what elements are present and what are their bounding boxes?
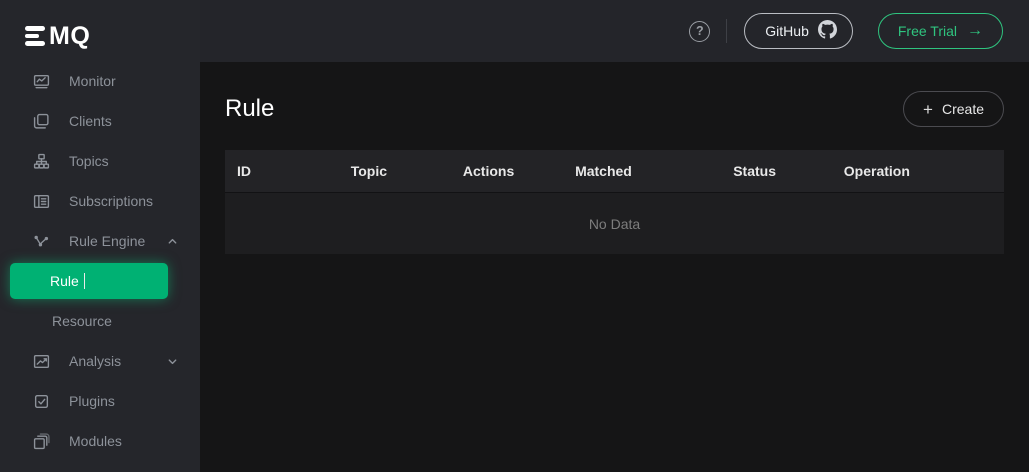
sidebar-item-clients[interactable]: Clients	[0, 101, 200, 141]
title-row: Rule + Create	[225, 91, 1004, 127]
plus-icon: +	[923, 101, 933, 118]
sidebar-item-label: Topics	[69, 153, 109, 169]
topics-icon	[33, 153, 50, 170]
sidebar-subitem-label: Resource	[52, 313, 112, 329]
monitor-icon	[33, 73, 50, 90]
table-header-row: ID Topic Actions Matched Status Operatio…	[225, 150, 1004, 192]
sidebar-item-subscriptions[interactable]: Subscriptions	[0, 181, 200, 221]
sidebar-item-label: Modules	[69, 433, 122, 449]
sidebar-item-modules[interactable]: Modules	[0, 421, 200, 461]
create-button-label: Create	[942, 101, 984, 117]
sidebar-item-label: Subscriptions	[69, 193, 153, 209]
sidebar-item-label: Rule Engine	[69, 233, 145, 249]
arrow-right-icon: →	[967, 23, 983, 39]
github-button-label: GitHub	[765, 23, 809, 39]
page-content: Rule + Create ID Topic Actions Matched S…	[200, 62, 1029, 472]
column-header-actions: Actions	[451, 163, 563, 179]
chevron-up-icon	[167, 236, 178, 247]
subscriptions-icon	[33, 193, 50, 210]
question-circle-icon: ?	[696, 24, 704, 38]
sidebar-item-topics[interactable]: Topics	[0, 141, 200, 181]
table-empty-row: No Data	[225, 192, 1004, 254]
sidebar-item-label: Analysis	[69, 353, 121, 369]
free-trial-label: Free Trial	[898, 23, 957, 39]
sidebar: MQ Monitor Clients Topics	[0, 0, 200, 472]
sidebar-item-monitor[interactable]: Monitor	[0, 61, 200, 101]
github-button[interactable]: GitHub	[744, 13, 853, 49]
page-title: Rule	[225, 95, 274, 123]
column-header-id: ID	[225, 163, 339, 179]
help-button[interactable]: ?	[689, 21, 710, 42]
analysis-icon	[33, 353, 50, 370]
text-cursor	[84, 273, 86, 289]
sidebar-item-label: Clients	[69, 113, 112, 129]
sidebar-item-resource[interactable]: Resource	[0, 301, 200, 341]
column-header-matched: Matched	[563, 163, 721, 179]
sidebar-item-label: Plugins	[69, 393, 115, 409]
sidebar-item-analysis[interactable]: Analysis	[0, 341, 200, 381]
sidebar-subitem-label: Rule	[50, 273, 79, 289]
emq-logo-text: MQ	[49, 22, 90, 51]
github-icon	[818, 20, 837, 42]
sidebar-item-rule-engine[interactable]: Rule Engine	[0, 221, 200, 261]
main-area: ? GitHub Free Trial → Rule + Create	[200, 0, 1029, 472]
empty-state-text: No Data	[589, 216, 640, 232]
clients-icon	[33, 113, 50, 130]
rule-engine-icon	[33, 233, 50, 250]
sidebar-nav: Monitor Clients Topics Subscriptions	[0, 61, 200, 461]
rules-table: ID Topic Actions Matched Status Operatio…	[225, 150, 1004, 254]
app-window: MQ Monitor Clients Topics	[0, 0, 1029, 472]
sidebar-item-label: Monitor	[69, 73, 116, 89]
free-trial-button[interactable]: Free Trial →	[878, 13, 1003, 49]
plugins-icon	[33, 393, 50, 410]
topbar: ? GitHub Free Trial →	[200, 0, 1029, 62]
sidebar-item-rule[interactable]: Rule	[10, 263, 168, 299]
modules-icon	[33, 433, 50, 450]
topbar-divider	[726, 19, 727, 43]
sidebar-item-plugins[interactable]: Plugins	[0, 381, 200, 421]
column-header-operation: Operation	[832, 163, 1004, 179]
column-header-status: Status	[721, 163, 832, 179]
create-button[interactable]: + Create	[903, 91, 1004, 127]
chevron-down-icon	[167, 356, 178, 367]
emq-logo-bars-icon	[25, 26, 45, 46]
column-header-topic: Topic	[339, 163, 451, 179]
emq-logo[interactable]: MQ	[0, 0, 200, 55]
